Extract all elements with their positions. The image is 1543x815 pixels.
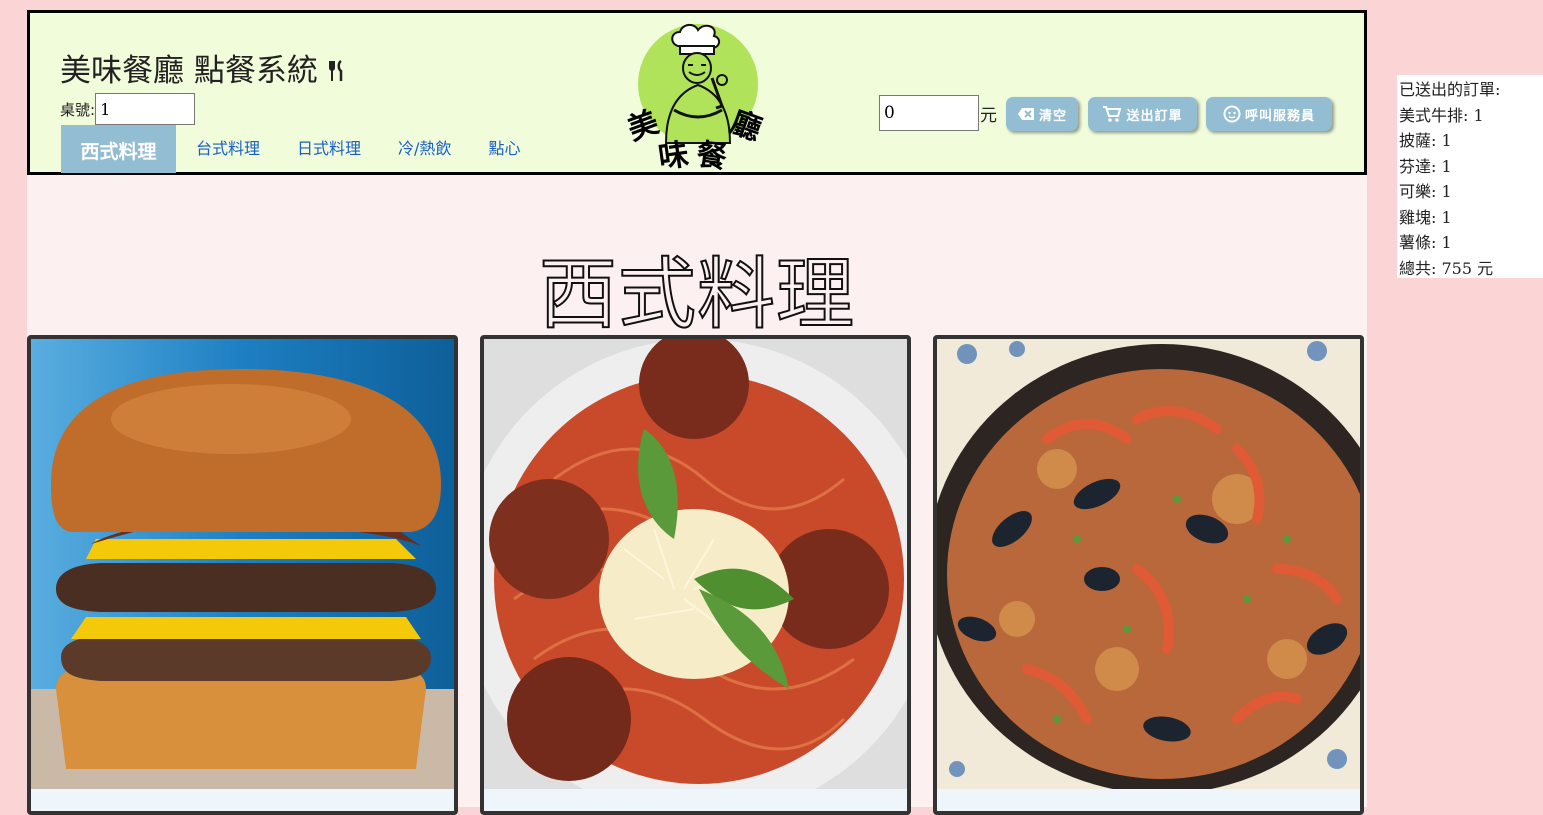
table-number-row: 桌號: xyxy=(60,93,196,125)
menu-card[interactable] xyxy=(933,335,1364,815)
call-waiter-button[interactable]: 呼叫服務員 xyxy=(1206,97,1332,131)
paella-image xyxy=(937,339,1360,789)
utensils-icon xyxy=(328,59,342,81)
order-total-field[interactable] xyxy=(879,95,979,131)
backspace-icon xyxy=(1017,108,1034,120)
app-title: 美味餐廳 點餐系統 xyxy=(60,45,346,90)
sent-orders-panel: 已送出的訂單: 美式牛排: 1 披薩: 1 芬達: 1 可樂: 1 雞塊: 1 … xyxy=(1397,75,1543,278)
menu-card[interactable] xyxy=(27,335,458,815)
tab-taiwanese[interactable]: 台式料理 xyxy=(196,125,260,173)
submit-order-button[interactable]: 送出訂單 xyxy=(1088,97,1197,131)
clear-button[interactable]: 清空 xyxy=(1006,97,1078,131)
main-content: 美味餐廳 點餐系統 桌號: 西式料理 台式料理 日式料理 冷/熱飲 點心 xyxy=(27,10,1367,815)
sent-order-item: 薯條: 1 xyxy=(1399,233,1452,252)
clear-button-label: 清空 xyxy=(1038,108,1067,124)
sent-orders-title: 已送出的訂單: xyxy=(1399,80,1501,99)
table-number-input[interactable] xyxy=(95,93,196,125)
header: 美味餐廳 點餐系統 桌號: 西式料理 台式料理 日式料理 冷/熱飲 點心 xyxy=(27,10,1367,176)
order-total-area: 元 xyxy=(879,95,997,131)
logo-char-3: 餐 xyxy=(694,137,729,176)
app-title-text: 美味餐廳 點餐系統 xyxy=(60,53,318,89)
section-title: 西式料理 xyxy=(538,249,855,341)
logo-char-2: 味 xyxy=(656,137,691,176)
tab-japanese[interactable]: 日式料理 xyxy=(297,125,361,173)
face-icon xyxy=(1223,105,1241,123)
submit-order-label: 送出訂單 xyxy=(1126,108,1183,124)
sent-order-item: 雞塊: 1 xyxy=(1399,207,1452,227)
currency-unit: 元 xyxy=(980,105,997,126)
table-number-label: 桌號: xyxy=(60,100,96,119)
sent-order-item: 披薩: 1 xyxy=(1399,131,1452,150)
sent-orders-total: 總共: 755 元 xyxy=(1399,258,1494,278)
tab-drinks[interactable]: 冷/熱飲 xyxy=(398,125,451,173)
call-waiter-label: 呼叫服務員 xyxy=(1244,108,1315,124)
tab-western[interactable]: 西式料理 xyxy=(61,125,176,173)
sent-order-item: 美式牛排: 1 xyxy=(1399,105,1484,125)
cart-icon xyxy=(1103,106,1122,122)
sent-order-item: 芬達: 1 xyxy=(1399,156,1452,176)
sent-order-item: 可樂: 1 xyxy=(1399,182,1452,201)
spaghetti-image xyxy=(484,339,907,789)
burger-image xyxy=(31,339,454,789)
category-tabs: 西式料理 台式料理 日式料理 冷/熱飲 點心 xyxy=(61,125,557,173)
menu-card[interactable] xyxy=(480,335,911,815)
tab-desserts[interactable]: 點心 xyxy=(488,125,520,173)
